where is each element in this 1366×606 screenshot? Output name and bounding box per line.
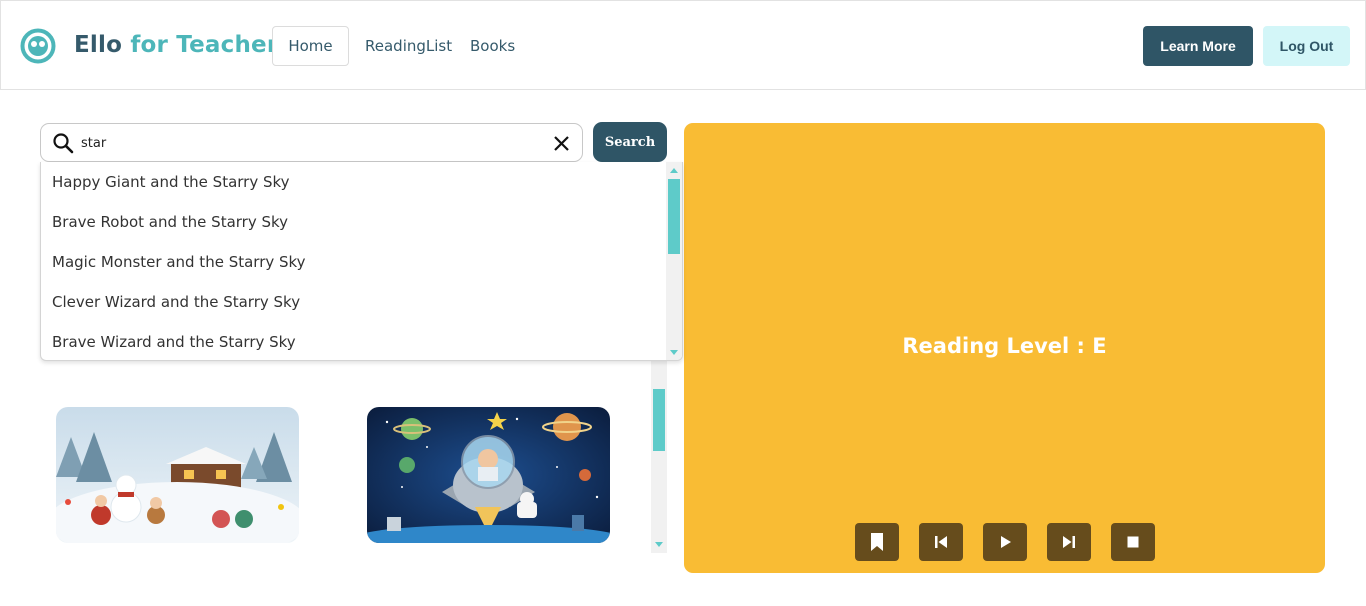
book-list-scroll-thumb[interactable] bbox=[653, 389, 665, 451]
ello-logo-icon[interactable] bbox=[20, 28, 56, 64]
dropdown-scrollbar[interactable] bbox=[666, 162, 682, 360]
suggestion-item[interactable]: Brave Robot and the Starry Sky bbox=[52, 213, 288, 231]
book-list-scrollbar[interactable] bbox=[651, 361, 667, 553]
search-suggestions-dropdown: Happy Giant and the Starry Sky Brave Rob… bbox=[40, 162, 683, 361]
astronaut-rocket-illustration bbox=[367, 407, 610, 543]
previous-button[interactable] bbox=[919, 523, 963, 561]
previous-icon bbox=[935, 536, 947, 548]
book-cover-space[interactable] bbox=[367, 407, 610, 543]
suggestion-item[interactable]: Happy Giant and the Starry Sky bbox=[52, 173, 290, 191]
nav-readinglist-link[interactable]: ReadingList bbox=[365, 37, 452, 55]
brand-title[interactable]: Ello for Teachers bbox=[74, 32, 292, 58]
close-icon[interactable] bbox=[551, 133, 572, 154]
search-bar[interactable] bbox=[40, 123, 583, 162]
search-icon bbox=[53, 133, 74, 154]
dropdown-scroll-thumb[interactable] bbox=[668, 179, 680, 254]
brand-title-accent: for Teachers bbox=[130, 32, 293, 58]
nav-books-link[interactable]: Books bbox=[470, 37, 515, 55]
reading-level-label: Reading Level : E bbox=[902, 334, 1107, 358]
bookmark-button[interactable] bbox=[855, 523, 899, 561]
stop-button[interactable] bbox=[1111, 523, 1155, 561]
nav-home-button[interactable]: Home bbox=[272, 26, 349, 66]
scroll-down-icon[interactable] bbox=[655, 542, 663, 547]
book-cover-winter[interactable] bbox=[56, 407, 299, 543]
play-button[interactable] bbox=[983, 523, 1027, 561]
brand-title-main: Ello bbox=[74, 32, 123, 58]
suggestion-item[interactable]: Clever Wizard and the Starry Sky bbox=[52, 293, 300, 311]
next-button[interactable] bbox=[1047, 523, 1091, 561]
search-input[interactable] bbox=[81, 132, 541, 154]
scroll-down-icon[interactable] bbox=[670, 350, 678, 355]
scroll-up-icon[interactable] bbox=[670, 168, 678, 173]
winter-snowman-illustration bbox=[56, 407, 299, 543]
log-out-button[interactable]: Log Out bbox=[1263, 26, 1350, 66]
search-button[interactable]: Search bbox=[593, 122, 667, 162]
next-icon bbox=[1063, 536, 1075, 548]
top-navbar: Ello for Teachers Home ReadingList Books… bbox=[0, 0, 1366, 90]
learn-more-button[interactable]: Learn More bbox=[1143, 26, 1253, 66]
stop-icon bbox=[1127, 536, 1139, 548]
suggestion-item[interactable]: Brave Wizard and the Starry Sky bbox=[52, 333, 296, 351]
suggestion-item[interactable]: Magic Monster and the Starry Sky bbox=[52, 253, 306, 271]
bookmark-icon bbox=[871, 533, 883, 551]
reader-panel: Reading Level : E bbox=[684, 123, 1325, 573]
play-icon bbox=[1001, 536, 1011, 548]
